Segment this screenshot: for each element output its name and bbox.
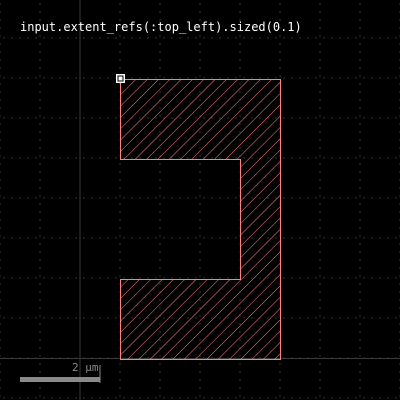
extent-reference-marker-icon[interactable] xyxy=(116,74,125,83)
layout-canvas: input.extent_refs(:top_left).sized(0.1) … xyxy=(0,0,400,400)
scale-bar-fill xyxy=(20,377,100,382)
code-caption: input.extent_refs(:top_left).sized(0.1) xyxy=(20,20,302,34)
scale-bar-label: 2 µm xyxy=(72,361,99,374)
